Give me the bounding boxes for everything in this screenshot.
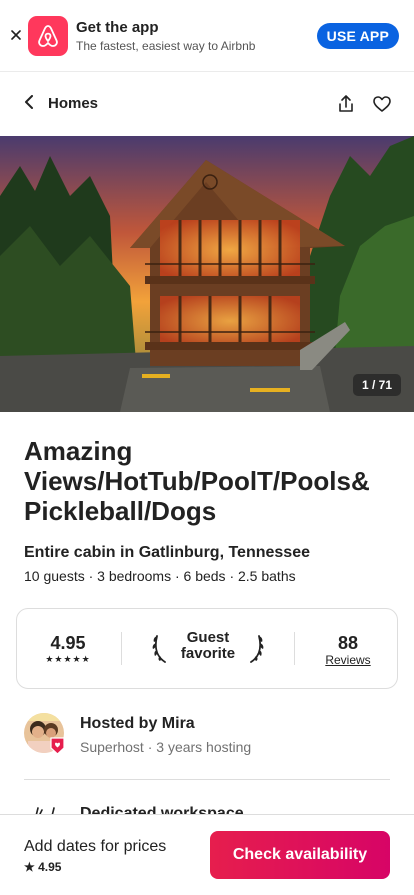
heart-icon[interactable] [372, 94, 392, 114]
reviews-count: 88 [337, 633, 359, 653]
banner-subtitle: The fastest, easiest way to Airbnb [76, 39, 256, 53]
airbnb-logo [28, 16, 68, 56]
rating-summary-card[interactable]: 4.95 ★★★★★ Guest favorite 88 Reviews [16, 608, 398, 689]
rating-block: 4.95 ★★★★★ [43, 633, 93, 665]
listing-details: 10 guests · 3 bedrooms · 6 beds · 2.5 ba… [24, 568, 296, 584]
footer-rating: ★ 4.95 [24, 860, 62, 874]
laurel-right-icon [247, 630, 265, 669]
divider [294, 632, 295, 665]
price-prompt[interactable]: Add dates for prices [24, 837, 166, 857]
superhost-badge-icon [50, 737, 65, 755]
photo-counter: 1 / 71 [352, 374, 401, 396]
host-meta: Superhost · 3 years hosting [80, 739, 252, 755]
booking-footer: Add dates for prices ★ 4.95 Check availa… [0, 814, 414, 895]
divider [24, 779, 390, 780]
listing-title: Amazing Views/HotTub/PoolT/Pools& Pickle… [24, 436, 370, 526]
listing-nav-bar: Homes [0, 72, 414, 136]
app-download-banner: Get the app The fastest, easiest way to … [0, 0, 414, 72]
laurel-left-icon [151, 630, 169, 669]
back-label: Homes [48, 95, 99, 112]
check-availability-button[interactable]: Check availability [210, 831, 390, 879]
close-icon[interactable] [8, 27, 24, 43]
host-name: Hosted by Mira [80, 715, 195, 732]
chevron-left-icon [24, 94, 36, 114]
listing-photo[interactable]: 1 / 71 [0, 136, 414, 412]
banner-text: Get the app The fastest, easiest way to … [76, 19, 255, 54]
reviews-link[interactable]: Reviews [313, 653, 383, 667]
rating-value: 4.95 [50, 633, 86, 653]
share-icon[interactable] [336, 94, 356, 114]
divider [121, 632, 122, 665]
banner-title: Get the app [76, 19, 159, 36]
listing-type: Entire cabin in Gatlinburg, Tennessee [24, 544, 310, 561]
cabin-photo-illustration [0, 136, 414, 412]
reviews-block[interactable]: 88 Reviews [313, 633, 383, 667]
guest-favorite-badge: Guest favorite [151, 628, 265, 668]
back-button[interactable]: Homes [24, 94, 98, 114]
guest-favorite-label: Guest favorite [180, 629, 236, 662]
use-app-button[interactable]: USE APP [316, 23, 399, 49]
star-rating-icon: ★★★★★ [45, 654, 91, 664]
